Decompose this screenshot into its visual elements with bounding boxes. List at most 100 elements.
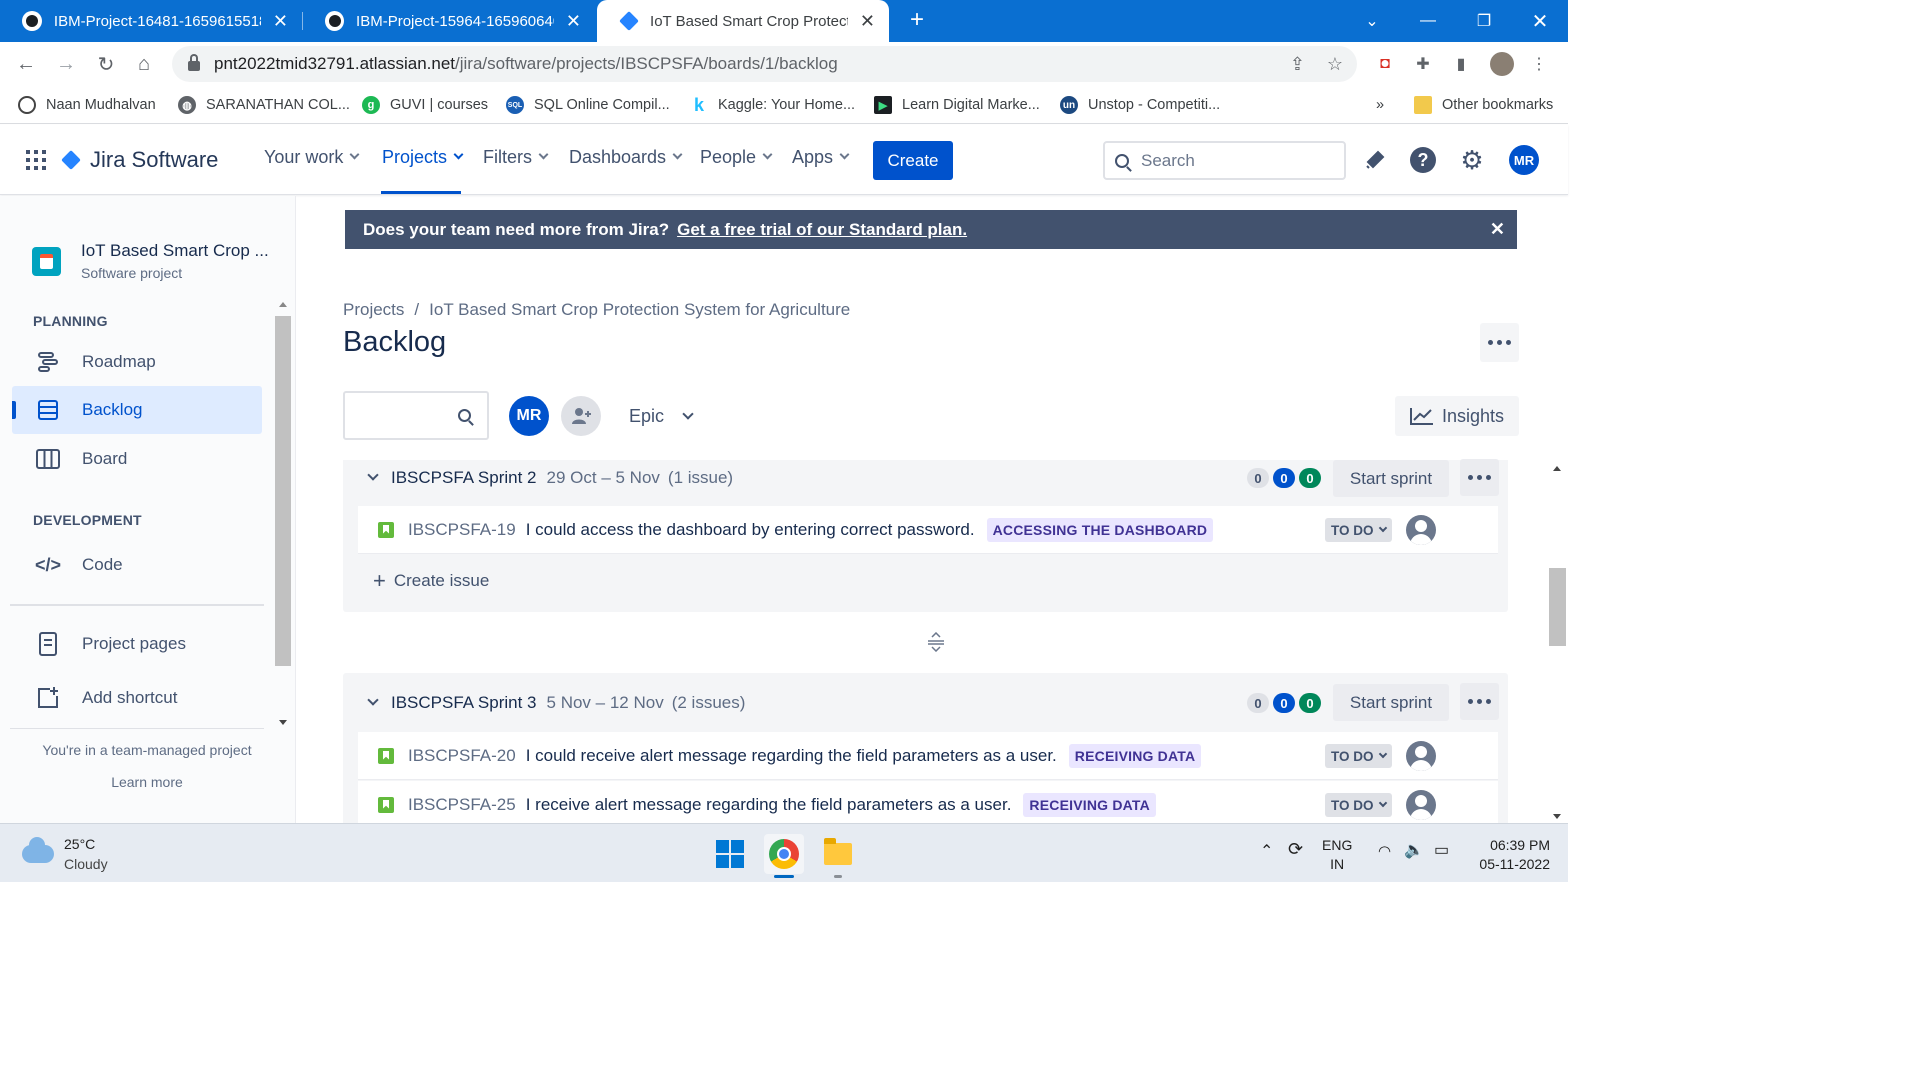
sprint-more-button[interactable] — [1460, 683, 1499, 720]
resize-handle-icon[interactable] — [927, 632, 945, 652]
add-people-button[interactable] — [561, 396, 601, 436]
side-panel-icon[interactable]: ▮ — [1452, 55, 1470, 73]
search-input[interactable]: Search — [1103, 141, 1346, 180]
jira-logo[interactable]: Jira Software — [61, 147, 218, 173]
sidebar-item-project-pages[interactable]: Project pages — [12, 620, 262, 668]
sidebar-scrollbar[interactable] — [274, 296, 292, 729]
unassigned-avatar[interactable] — [1406, 790, 1436, 820]
nav-people[interactable]: People — [700, 147, 773, 168]
start-sprint-button[interactable]: Start sprint — [1333, 684, 1449, 721]
bookmark-digital-marketing[interactable]: ▶ Learn Digital Marke... — [874, 94, 1040, 116]
scrollbar-thumb[interactable] — [275, 316, 291, 666]
scrollbar-thumb[interactable] — [1549, 568, 1566, 646]
bookmark-unstop[interactable]: un Unstop - Competiti... — [1060, 94, 1220, 116]
chevron-down-icon[interactable] — [367, 469, 379, 481]
chevron-down-icon[interactable] — [367, 694, 379, 706]
help-icon[interactable]: ? — [1410, 147, 1436, 173]
bookmark-guvi[interactable]: g GUVI | courses — [362, 94, 488, 116]
language-indicator[interactable]: ENG IN — [1322, 836, 1352, 874]
nav-filters[interactable]: Filters — [483, 147, 549, 168]
battery-icon[interactable]: ▭ — [1434, 841, 1449, 860]
start-button[interactable] — [710, 834, 750, 874]
pocket-extension-icon[interactable]: ◘ — [1376, 55, 1394, 73]
learn-more-link[interactable]: Learn more — [0, 774, 294, 790]
close-icon[interactable]: ✕ — [273, 12, 288, 30]
table-row[interactable]: IBSCPSFA-20 I could receive alert messag… — [358, 732, 1498, 780]
app-switcher-icon[interactable] — [26, 150, 46, 170]
status-dropdown[interactable]: TO DO — [1325, 744, 1392, 768]
sync-icon[interactable]: ⟳ — [1288, 840, 1303, 859]
reload-icon[interactable]: ↻ — [92, 50, 120, 78]
user-avatar[interactable]: MR — [1509, 145, 1539, 175]
settings-icon[interactable]: ⚙ — [1459, 145, 1485, 175]
share-icon[interactable]: ⇪ — [1290, 54, 1305, 75]
notifications-icon[interactable] — [1362, 147, 1388, 173]
forward-icon[interactable]: → — [52, 50, 80, 78]
sprint-header[interactable]: IBSCPSFA Sprint 2 29 Oct – 5 Nov (1 issu… — [367, 468, 733, 488]
sidebar-item-board[interactable]: Board — [12, 435, 262, 483]
unassigned-avatar[interactable] — [1406, 741, 1436, 771]
issue-key[interactable]: IBSCPSFA-19 — [408, 520, 516, 540]
address-bar[interactable]: pnt2022tmid32791.atlassian.net/jira/soft… — [172, 46, 1357, 82]
volume-icon[interactable]: 🔈 — [1404, 841, 1424, 860]
new-tab-button[interactable]: + — [903, 6, 931, 34]
epic-lozenge[interactable]: RECEIVING DATA — [1068, 743, 1202, 768]
close-icon[interactable]: ✕ — [566, 12, 581, 30]
epic-lozenge[interactable]: ACCESSING THE DASHBOARD — [986, 517, 1214, 542]
bookmark-sql-online[interactable]: SQL SQL Online Compil... — [506, 94, 670, 116]
breadcrumb-project[interactable]: IoT Based Smart Crop Protection System f… — [429, 300, 850, 319]
issue-key[interactable]: IBSCPSFA-20 — [408, 746, 516, 766]
table-row[interactable]: IBSCPSFA-25 I receive alert message rega… — [358, 781, 1498, 829]
bookmarks-overflow-button[interactable]: » — [1376, 94, 1384, 116]
nav-apps[interactable]: Apps — [792, 147, 850, 168]
back-icon[interactable]: ← — [12, 50, 40, 78]
chrome-menu-icon[interactable]: ⋮ — [1530, 55, 1548, 73]
banner-link[interactable]: Get a free trial of our Standard plan. — [677, 220, 967, 240]
sprint-header[interactable]: IBSCPSFA Sprint 3 5 Nov – 12 Nov (2 issu… — [367, 693, 745, 713]
bookmark-kaggle[interactable]: k Kaggle: Your Home... — [690, 94, 855, 116]
unassigned-avatar[interactable] — [1406, 515, 1436, 545]
weather-widget[interactable]: 25°C Cloudy — [22, 834, 108, 874]
browser-tab-1[interactable]: IBM-Project-16481-1659615518/ ✕ — [0, 0, 302, 42]
sidebar-item-add-shortcut[interactable]: Add shortcut — [12, 674, 262, 722]
epic-lozenge[interactable]: RECEIVING DATA — [1023, 792, 1156, 817]
issue-key[interactable]: IBSCPSFA-25 — [408, 795, 516, 815]
bookmark-naan-mudhalvan[interactable]: Naan Mudhalvan — [18, 94, 156, 116]
sidebar-item-roadmap[interactable]: Roadmap — [12, 338, 262, 386]
close-icon[interactable]: ✕ — [1490, 219, 1505, 240]
status-dropdown[interactable]: TO DO — [1325, 793, 1392, 817]
wifi-icon[interactable]: ◠ — [1378, 842, 1391, 861]
create-button[interactable]: Create — [873, 141, 953, 180]
assignee-filter-avatar[interactable]: MR — [509, 396, 549, 436]
browser-tab-active[interactable]: IoT Based Smart Crop Protection ✕ — [597, 0, 889, 42]
home-icon[interactable]: ⌂ — [130, 50, 158, 78]
close-window-button[interactable]: ✕ — [1512, 0, 1568, 42]
insights-button[interactable]: Insights — [1395, 396, 1519, 436]
tab-search-icon[interactable]: ⌄ — [1344, 0, 1400, 42]
close-icon[interactable]: ✕ — [860, 12, 875, 30]
profile-avatar[interactable] — [1490, 52, 1514, 76]
sidebar-item-backlog[interactable]: Backlog — [12, 386, 262, 434]
chrome-taskbar-button[interactable] — [764, 834, 804, 874]
epic-filter-dropdown[interactable]: Epic — [629, 406, 694, 427]
more-actions-button[interactable] — [1480, 323, 1519, 362]
restore-button[interactable]: ❐ — [1456, 0, 1512, 42]
sprint-more-button[interactable] — [1460, 459, 1499, 496]
create-issue-button[interactable]: + Create issue — [373, 568, 489, 594]
other-bookmarks[interactable]: Other bookmarks — [1414, 94, 1553, 116]
minimize-button[interactable]: — — [1400, 0, 1456, 42]
breadcrumb-projects[interactable]: Projects — [343, 300, 404, 319]
bookmark-saranathan[interactable]: ◍ SARANATHAN COL... — [178, 94, 350, 116]
file-explorer-button[interactable] — [818, 834, 858, 874]
sidebar-item-code[interactable]: </> Code — [12, 541, 262, 589]
chevron-up-icon[interactable]: ⌃ — [1260, 842, 1273, 861]
nav-projects[interactable]: Projects — [382, 147, 464, 168]
star-icon[interactable]: ☆ — [1327, 54, 1343, 75]
extensions-icon[interactable]: ✚ — [1414, 55, 1432, 73]
start-sprint-button[interactable]: Start sprint — [1333, 460, 1449, 497]
table-row[interactable]: IBSCPSFA-19 I could access the dashboard… — [358, 506, 1498, 554]
status-dropdown[interactable]: TO DO — [1325, 518, 1392, 542]
nav-dashboards[interactable]: Dashboards — [569, 147, 683, 168]
browser-tab-2[interactable]: IBM-Project-15964-1659606407/ ✕ — [303, 0, 595, 42]
backlog-search-input[interactable] — [343, 391, 489, 440]
